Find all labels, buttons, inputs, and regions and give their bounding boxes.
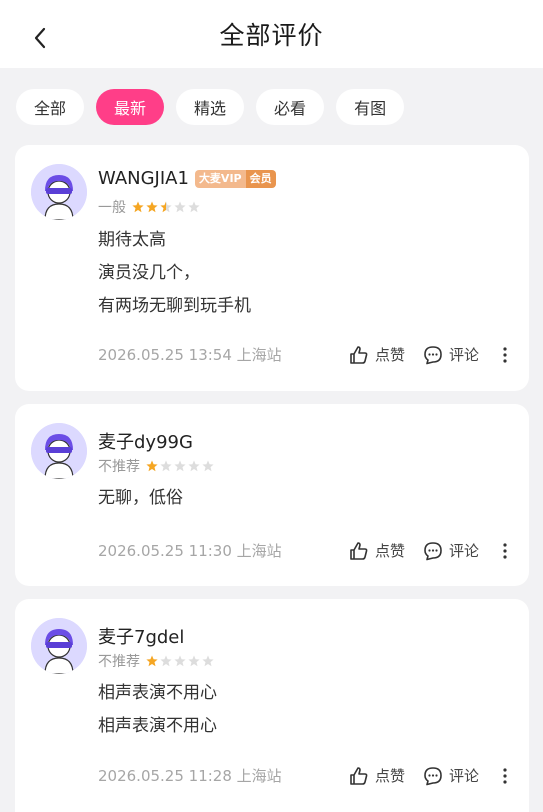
vip-badge-label: 大麦VIP: [194, 169, 246, 188]
star-rating: [146, 655, 214, 667]
like-button[interactable]: 点赞: [349, 765, 405, 786]
avatar[interactable]: [31, 423, 87, 479]
more-vertical-icon: [503, 346, 507, 363]
review-card: WANGJIA1 大麦VIP 会员 一般 期待太高 演员没几个， 有两场无聊到玩…: [15, 145, 529, 391]
thumbs-up-icon: [350, 541, 368, 560]
star-empty-icon: [174, 460, 186, 472]
avatar-icon: [31, 423, 87, 479]
star-rating: [132, 201, 200, 213]
review-text: 期待太高 演员没几个， 有两场无聊到玩手机: [98, 224, 251, 323]
comment-label: 评论: [448, 542, 479, 560]
avatar[interactable]: [31, 164, 87, 220]
star-empty-icon: [202, 655, 214, 667]
back-button[interactable]: [22, 20, 58, 56]
review-line: 相声表演不用心: [98, 683, 217, 703]
username-text[interactable]: 麦子dy99G: [98, 428, 193, 454]
review-username: 麦子7gdel: [98, 623, 184, 649]
star-empty-icon: [188, 655, 200, 667]
tab-all[interactable]: 全部: [16, 89, 85, 125]
review-text: 相声表演不用心 相声表演不用心: [98, 677, 217, 743]
like-label: 点赞: [374, 542, 405, 560]
review-line: 期待太高: [98, 230, 166, 250]
comment-icon: [424, 766, 442, 785]
filter-tabs: 全部 最新 精选 必看 有图: [16, 89, 405, 125]
tab-latest[interactable]: 最新: [96, 89, 165, 125]
review-username: 麦子dy99G: [98, 428, 193, 454]
avatar-icon: [31, 164, 87, 220]
review-line: 无聊，低俗: [98, 488, 183, 508]
star-empty-icon: [174, 655, 186, 667]
review-actions: 点赞 评论: [349, 540, 513, 561]
like-label: 点赞: [374, 346, 405, 364]
rating-row: 不推荐: [98, 456, 214, 476]
username-text[interactable]: 麦子7gdel: [98, 623, 184, 649]
review-line: 有两场无聊到玩手机: [98, 296, 251, 316]
review-meta: 2026.05.25 11:30 上海站: [98, 542, 282, 560]
star-full-icon: [146, 201, 158, 213]
star-full-icon: [132, 201, 144, 213]
star-rating: [146, 460, 214, 472]
thumbs-up-icon: [350, 766, 368, 785]
top-bar: 全部评价: [0, 0, 543, 68]
avatar-icon: [31, 618, 87, 674]
review-actions: 点赞 评论: [349, 344, 513, 365]
star-full-icon: [146, 655, 158, 667]
comment-label: 评论: [448, 767, 479, 785]
like-button[interactable]: 点赞: [349, 344, 405, 365]
review-actions: 点赞 评论: [349, 765, 513, 786]
review-footer: 2026.05.25 11:30 上海站 点赞 评论: [98, 540, 513, 561]
review-card: 麦子dy99G 不推荐 无聊，低俗 2026.05.25 11:30 上海站 点…: [15, 404, 529, 586]
star-empty-icon: [188, 460, 200, 472]
review-line: 相声表演不用心: [98, 716, 217, 736]
review-footer: 2026.05.25 13:54 上海站 点赞 评论: [98, 344, 513, 365]
review-meta: 2026.05.25 13:54 上海站: [98, 346, 282, 364]
rating-row: 不推荐: [98, 651, 214, 671]
page-title: 全部评价: [219, 21, 324, 50]
rating-text: 不推荐: [98, 459, 140, 475]
review-card: 麦子7gdel 不推荐 相声表演不用心 相声表演不用心 2026.05.25 1…: [15, 599, 529, 812]
review-username: WANGJIA1 大麦VIP 会员: [98, 168, 276, 189]
thumbs-up-icon: [350, 345, 368, 364]
tab-featured[interactable]: 精选: [176, 89, 245, 125]
review-text: 无聊，低俗: [98, 482, 183, 515]
more-vertical-icon: [503, 542, 507, 559]
more-vertical-icon: [503, 767, 507, 784]
star-empty-icon: [160, 655, 172, 667]
comment-button[interactable]: 评论: [423, 344, 479, 365]
like-label: 点赞: [374, 767, 405, 785]
star-full-icon: [146, 460, 158, 472]
review-meta: 2026.05.25 11:28 上海站: [98, 767, 282, 785]
star-empty-icon: [174, 201, 186, 213]
comment-button[interactable]: 评论: [423, 765, 479, 786]
rating-text: 一般: [98, 200, 126, 216]
more-button[interactable]: [497, 766, 513, 786]
username-text[interactable]: WANGJIA1: [98, 168, 189, 189]
comment-icon: [424, 345, 442, 364]
chevron-left-icon: [34, 27, 46, 49]
review-footer: 2026.05.25 11:28 上海站 点赞 评论: [98, 765, 513, 786]
review-line: 演员没几个，: [98, 263, 200, 283]
tab-must-see[interactable]: 必看: [256, 89, 325, 125]
comment-label: 评论: [448, 346, 479, 364]
rating-text: 不推荐: [98, 654, 140, 670]
star-empty-icon: [160, 460, 172, 472]
star-half-icon: [160, 201, 172, 213]
like-button[interactable]: 点赞: [349, 540, 405, 561]
star-empty-icon: [188, 201, 200, 213]
comment-icon: [424, 541, 442, 560]
comment-button[interactable]: 评论: [423, 540, 479, 561]
avatar[interactable]: [31, 618, 87, 674]
tab-with-images[interactable]: 有图: [336, 89, 405, 125]
more-button[interactable]: [497, 541, 513, 561]
star-empty-icon: [202, 460, 214, 472]
more-button[interactable]: [497, 345, 513, 365]
member-badge-label: 会员: [245, 169, 276, 188]
vip-badge: 大麦VIP 会员: [194, 169, 276, 188]
rating-row: 一般: [98, 197, 200, 217]
